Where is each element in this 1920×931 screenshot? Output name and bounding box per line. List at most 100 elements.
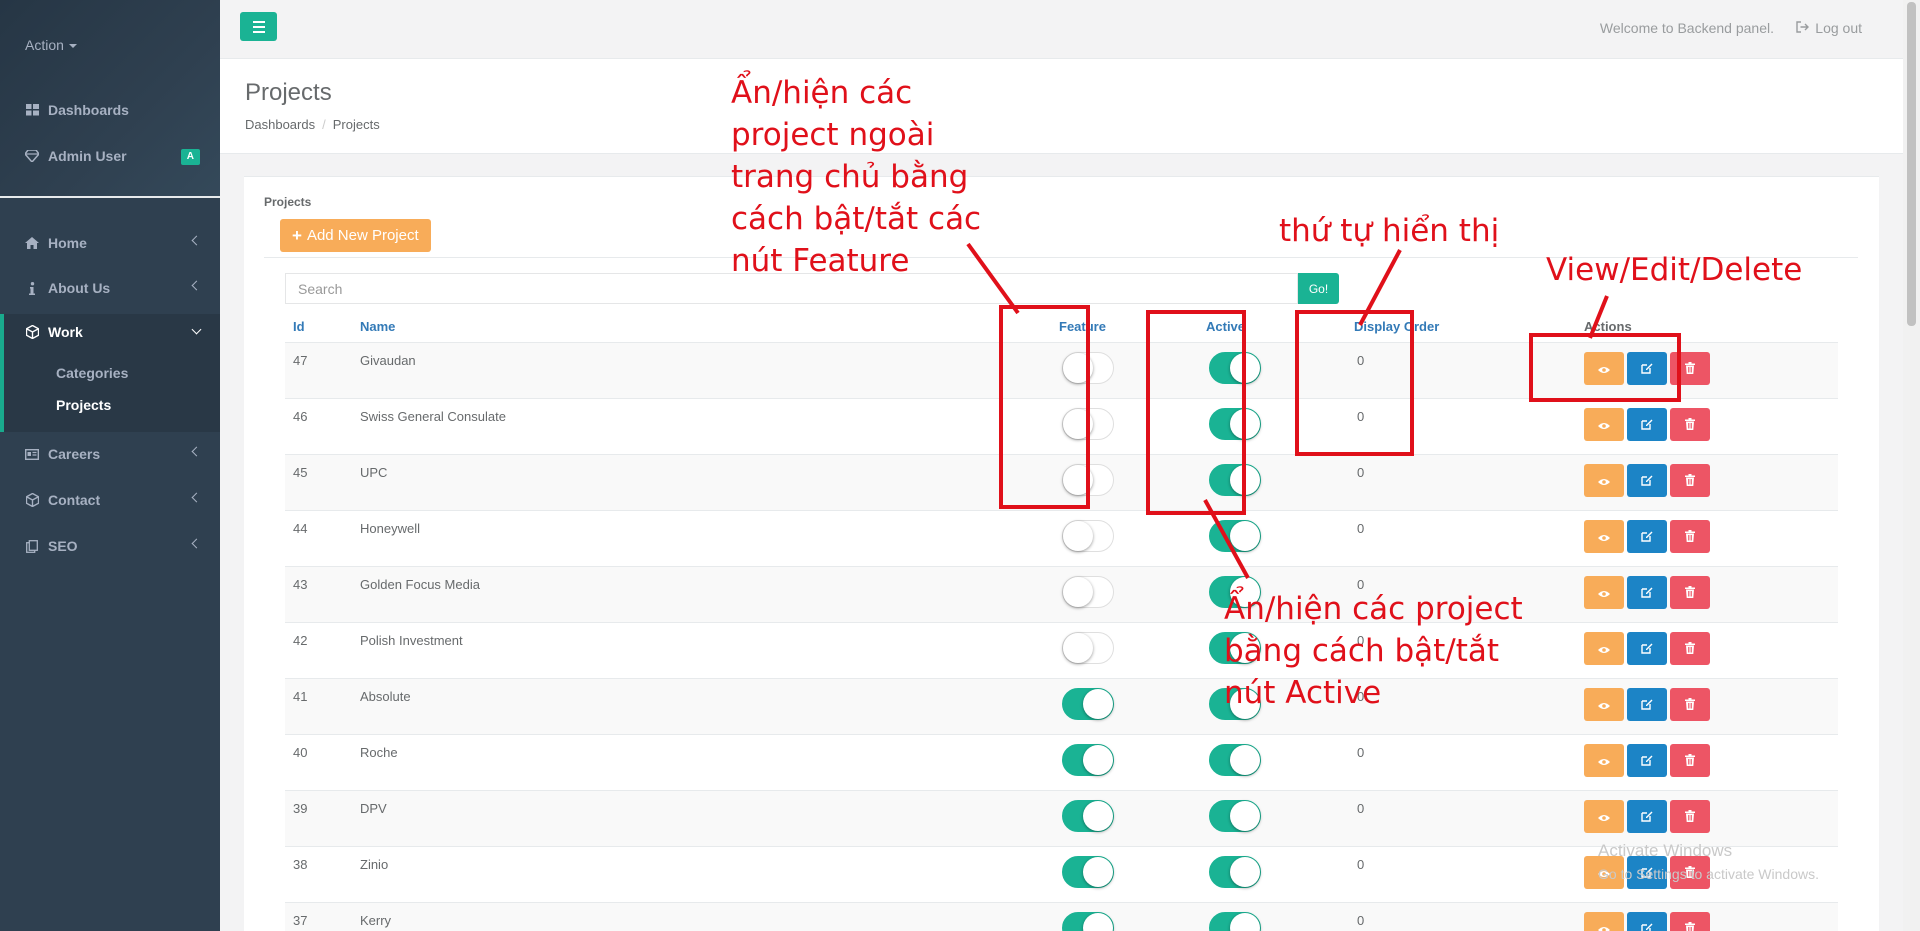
- chevron-left-icon: [191, 538, 202, 549]
- sidebar-item-about-us[interactable]: About Us: [0, 270, 220, 306]
- page-title: Projects: [245, 79, 332, 106]
- page-scrollbar[interactable]: [1903, 0, 1920, 931]
- column-header-actions: Actions: [1584, 319, 1632, 334]
- annotation-line: bằng cách bật/tắt: [1224, 633, 1500, 669]
- delete-button[interactable]: [1670, 912, 1710, 931]
- sidebar-item-careers[interactable]: Careers: [0, 436, 220, 472]
- caret-down-icon: [68, 44, 77, 49]
- row-name: Absolute: [360, 689, 411, 704]
- active-annotation: Ẩn/hiện các project bằng cách bật/tắt nú…: [1224, 588, 1523, 714]
- active-toggle[interactable]: [1209, 744, 1261, 776]
- edit-button[interactable]: [1627, 464, 1667, 497]
- plus-icon: +: [292, 225, 302, 245]
- view-button[interactable]: [1584, 744, 1624, 777]
- toggle-knob: [1063, 521, 1093, 551]
- view-button[interactable]: [1584, 464, 1624, 497]
- row-id: 41: [293, 689, 308, 704]
- edit-button[interactable]: [1627, 688, 1667, 721]
- feature-toggle[interactable]: [1062, 856, 1114, 888]
- sidebar-item-admin-user[interactable]: Admin User A: [0, 138, 220, 174]
- view-button[interactable]: [1584, 408, 1624, 441]
- row-id: 47: [293, 353, 308, 368]
- edit-button[interactable]: [1627, 632, 1667, 665]
- edit-button[interactable]: [1627, 912, 1667, 931]
- feature-toggle[interactable]: [1062, 688, 1114, 720]
- menu-toggle-button[interactable]: [240, 12, 277, 41]
- sidebar-item-dashboards[interactable]: Dashboards: [0, 92, 220, 128]
- sidebar: Action Dashboards Admin User A Home Abou…: [0, 0, 220, 931]
- edit-button[interactable]: [1627, 520, 1667, 553]
- delete-button[interactable]: [1670, 576, 1710, 609]
- sidebar-item-home[interactable]: Home: [0, 225, 220, 261]
- activation-watermark-subtitle: Go to Settings to activate Windows.: [1598, 866, 1819, 882]
- eye-icon: [1598, 753, 1610, 769]
- toggle-knob: [1063, 633, 1093, 663]
- delete-button[interactable]: [1670, 688, 1710, 721]
- column-header-name[interactable]: Name: [360, 319, 395, 334]
- sidebar-item-work[interactable]: Work: [0, 314, 220, 350]
- trash-icon: [1685, 641, 1695, 657]
- view-button[interactable]: [1584, 800, 1624, 833]
- row-name: Givaudan: [360, 353, 416, 368]
- table-row: 43 Golden Focus Media 0: [285, 567, 1838, 623]
- toggle-knob: [1230, 857, 1260, 887]
- row-name: Kerry: [360, 913, 392, 928]
- row-name: Swiss General Consulate: [360, 409, 506, 424]
- delete-button[interactable]: [1670, 464, 1710, 497]
- row-name: DPV: [360, 801, 387, 816]
- feature-toggle[interactable]: [1062, 912, 1114, 931]
- add-new-project-button[interactable]: + Add New Project: [280, 219, 431, 252]
- active-toggle[interactable]: [1209, 800, 1261, 832]
- sidebar-item-seo[interactable]: SEO: [0, 528, 220, 564]
- annotation-line: nút Feature: [731, 243, 910, 279]
- edit-button[interactable]: [1627, 744, 1667, 777]
- annotation-line: cách bật/tắt các: [731, 201, 982, 237]
- sidebar-subitem-categories[interactable]: Categories: [56, 365, 128, 381]
- view-button[interactable]: [1584, 576, 1624, 609]
- row-display-order: 0: [1357, 801, 1365, 816]
- delete-button[interactable]: [1670, 632, 1710, 665]
- row-display-order: 0: [1357, 465, 1365, 480]
- view-button[interactable]: [1584, 912, 1624, 931]
- active-toggle[interactable]: [1209, 520, 1261, 552]
- feature-toggle[interactable]: [1062, 520, 1114, 552]
- column-header-id[interactable]: Id: [293, 319, 305, 334]
- sidebar-item-contact[interactable]: Contact: [0, 482, 220, 518]
- feature-toggle[interactable]: [1062, 744, 1114, 776]
- trash-icon: [1685, 361, 1695, 377]
- sign-out-icon: [1796, 20, 1810, 36]
- trash-icon: [1685, 753, 1695, 769]
- go-button[interactable]: Go!: [1298, 273, 1339, 304]
- feature-toggle[interactable]: [1062, 800, 1114, 832]
- annotation-line: Ẩn/hiện các: [731, 75, 913, 111]
- row-display-order: 0: [1357, 857, 1365, 872]
- edit-button[interactable]: [1627, 800, 1667, 833]
- view-button[interactable]: [1584, 632, 1624, 665]
- toggle-knob: [1083, 745, 1113, 775]
- feature-toggle[interactable]: [1062, 576, 1114, 608]
- display-order-annotation: thứ tự hiển thị: [1279, 213, 1500, 249]
- sidebar-subitem-projects[interactable]: Projects: [56, 397, 111, 413]
- logout-link[interactable]: Log out: [1796, 20, 1862, 36]
- dashboard-icon: [25, 103, 39, 117]
- edit-button[interactable]: [1627, 576, 1667, 609]
- delete-button[interactable]: [1670, 744, 1710, 777]
- delete-button[interactable]: [1670, 800, 1710, 833]
- edit-icon: [1641, 753, 1653, 769]
- active-toggle[interactable]: [1209, 912, 1261, 931]
- action-dropdown[interactable]: Action: [25, 37, 77, 53]
- breadcrumb-dashboards[interactable]: Dashboards: [245, 117, 315, 132]
- view-button[interactable]: [1584, 520, 1624, 553]
- active-highlight-box: [1146, 310, 1246, 515]
- delete-button[interactable]: [1670, 408, 1710, 441]
- view-button[interactable]: [1584, 688, 1624, 721]
- edit-button[interactable]: [1627, 408, 1667, 441]
- trash-icon: [1685, 473, 1695, 489]
- feature-toggle[interactable]: [1062, 632, 1114, 664]
- row-id: 46: [293, 409, 308, 424]
- scrollbar-thumb[interactable]: [1907, 2, 1916, 326]
- active-toggle[interactable]: [1209, 856, 1261, 888]
- welcome-message: Welcome to Backend panel.: [1599, 20, 1774, 36]
- eye-icon: [1598, 809, 1610, 825]
- delete-button[interactable]: [1670, 520, 1710, 553]
